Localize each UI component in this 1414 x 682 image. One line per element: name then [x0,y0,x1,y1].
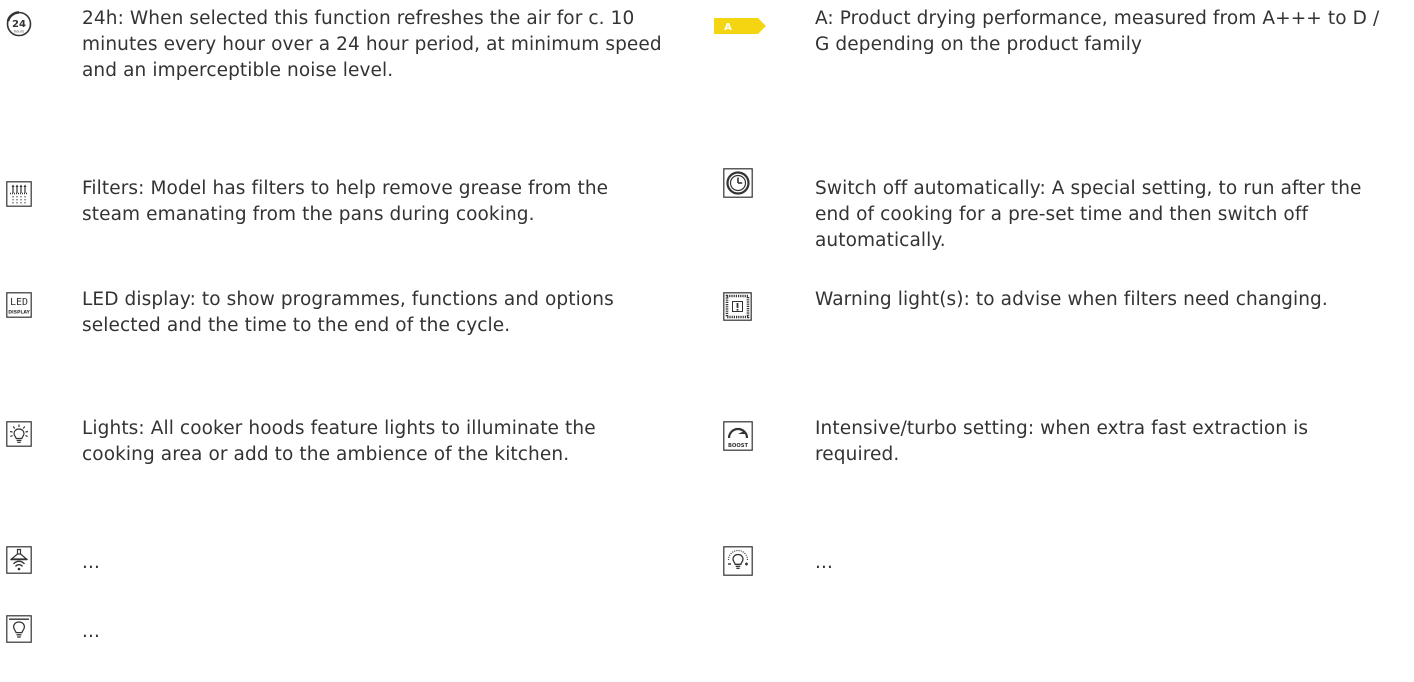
lights-icon [6,421,32,447]
feature-text: Lights: All cooker hoods feature lights … [82,418,596,465]
energy-label-icon: A [714,18,770,34]
filters-icon [6,181,32,207]
feature-text: ... [82,552,100,573]
feature-text: 24h: When selected this function refresh… [82,8,662,81]
hood-wifi-icon [6,546,32,574]
feature-text: A: Product drying performance, measured … [815,8,1380,55]
led-display-icon: LED DISPLAY [6,292,32,318]
warning-light-icon [723,292,752,321]
feature-text: Switch off automatically: A special sett… [815,178,1362,251]
svg-text:hours: hours [14,30,24,34]
svg-text:DISPLAY: DISPLAY [8,310,30,316]
feature-text: LED display: to show programmes, functio… [82,289,614,336]
dimmer-bulb-icon [723,546,753,576]
svg-text:LED: LED [10,297,28,308]
boost-icon: BOOST [723,421,753,451]
bulb-icon [6,615,32,643]
feature-text: Warning light(s): to advise when filters… [815,289,1328,310]
svg-text:24: 24 [12,19,26,30]
feature-text: Filters: Model has filters to help remov… [82,178,609,225]
svg-text:BOOST: BOOST [728,443,749,449]
24-hours-icon: 24 hours [6,11,32,37]
clock-icon [723,168,753,198]
feature-text: ... [82,621,100,642]
feature-text: ... [815,552,833,573]
feature-text: Intensive/turbo setting: when extra fast… [815,418,1309,465]
svg-text:A: A [724,22,732,33]
